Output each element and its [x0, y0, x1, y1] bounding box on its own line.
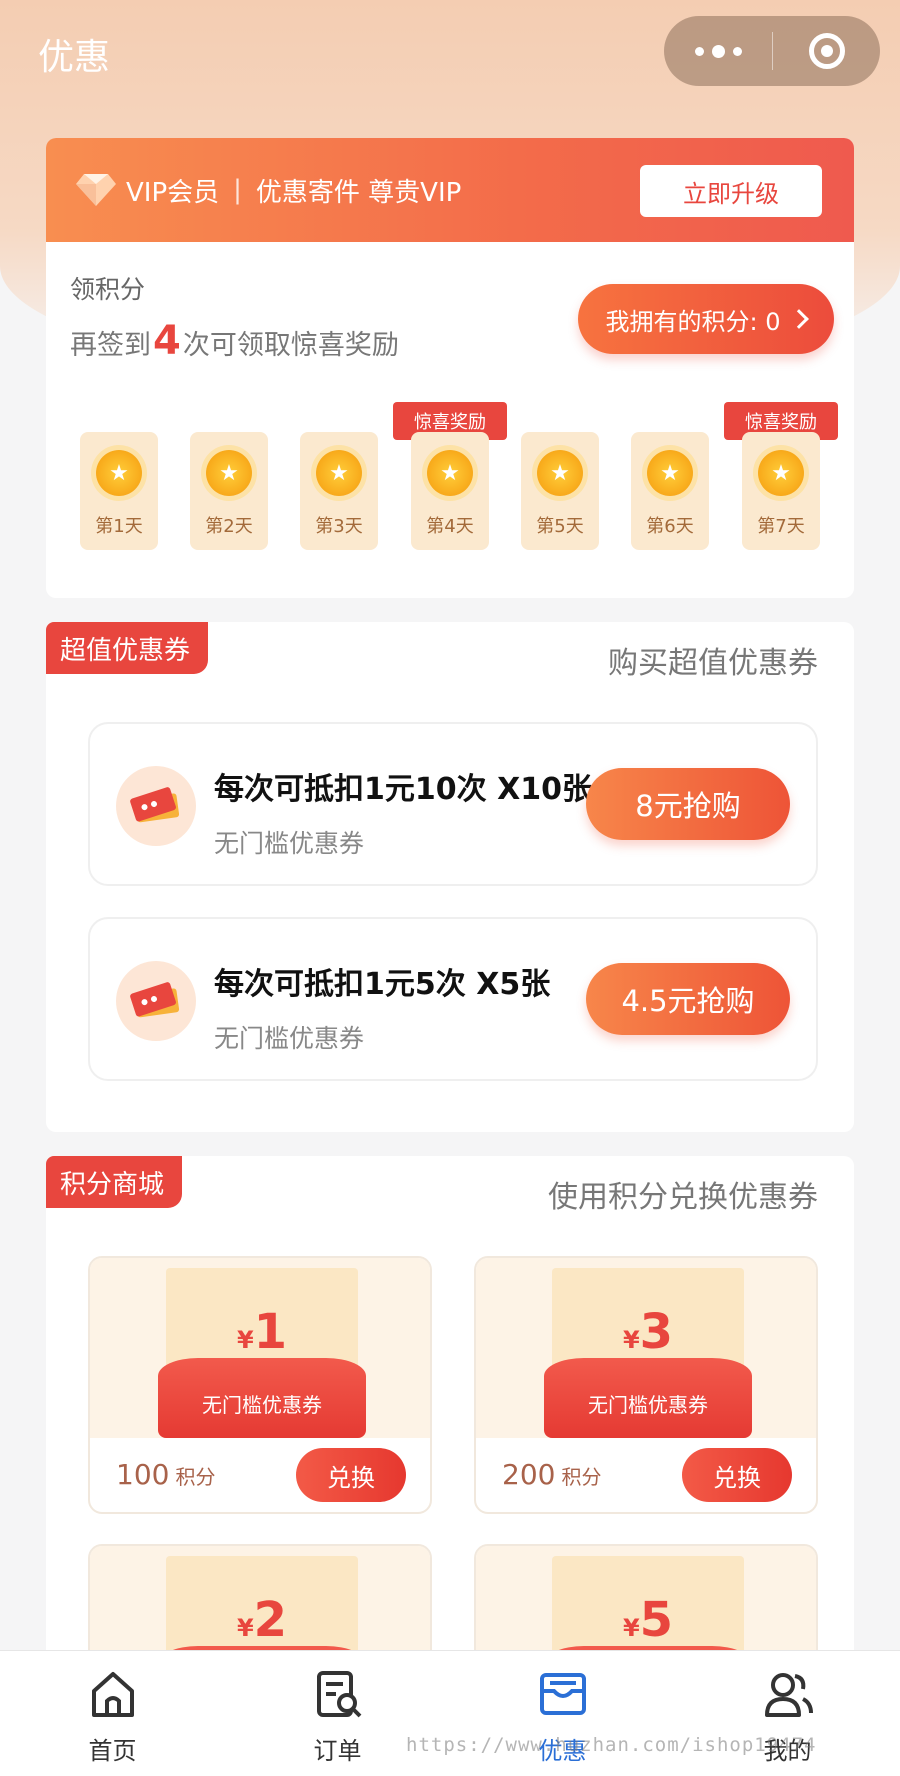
bottom-tab-bar: 首页 订单 优惠 我的 [0, 1650, 900, 1776]
coupon-subtitle: 无门槛优惠券 [214, 829, 365, 858]
more-dot-icon [732, 46, 742, 56]
diamond-icon [76, 174, 116, 206]
watermark-text: https://www.huzhan.com/ishop19474 [406, 1734, 817, 1756]
points-unit: 积分 [561, 1465, 602, 1489]
star-coin-icon: ★ [316, 450, 362, 496]
day-label: 第3天 [315, 516, 363, 537]
mall-coupon-card[interactable]: ¥3 无门槛优惠券 200 积分 兑换 [474, 1256, 818, 1514]
points-value: 100 [116, 1458, 170, 1491]
signin-day-5[interactable]: ★ 第5天 [521, 432, 599, 550]
day-label: 第1天 [95, 516, 143, 537]
coupon-box-icon [539, 1673, 586, 1715]
redeem-button[interactable]: 兑换 [682, 1448, 792, 1502]
vip-separator: | [233, 175, 242, 205]
day-label: 第5天 [536, 516, 584, 537]
tab-orders[interactable]: 订单 [225, 1651, 450, 1776]
signin-day-3[interactable]: ★ 第3天 [300, 432, 378, 550]
page-title: 优惠 [38, 37, 111, 78]
home-icon [91, 1672, 134, 1717]
coupon-envelope: 无门槛优惠券 [158, 1358, 366, 1438]
chevron-right-icon [789, 309, 810, 329]
coupon-item: 每次可抵扣1元10次 X10张 无门槛优惠券 8元抢购 [88, 722, 818, 886]
tab-mine[interactable]: 我的 [675, 1651, 900, 1776]
points-cost: 200 积分 [502, 1458, 601, 1491]
coupon-subtitle: 无门槛优惠券 [214, 1024, 365, 1053]
order-search-icon [316, 1671, 361, 1718]
signin-day-1[interactable]: ★ 第1天 [80, 432, 158, 550]
vip-banner: VIP会员 | 优惠寄件 尊贵VIP 立即升级 [46, 138, 854, 242]
signin-sub-suffix: 次可领取惊喜奖励 [182, 330, 399, 361]
more-dot-icon [694, 46, 704, 56]
ticket-icon [116, 766, 196, 846]
star-coin-icon: ★ [647, 450, 693, 496]
my-points-button[interactable]: 我拥有的积分: 0 [578, 284, 834, 354]
section-hint: 购买超值优惠券 [608, 646, 818, 681]
day-label: 第4天 [426, 516, 474, 537]
day-label: 第7天 [757, 516, 805, 537]
currency-symbol: ¥ [622, 1614, 640, 1642]
star-coin-icon: ★ [96, 450, 142, 496]
target-icon [808, 33, 845, 69]
buy-coupon-button[interactable]: 8元抢购 [586, 768, 790, 840]
points-mall-section: 积分商城 使用积分兑换优惠券 ¥1 无门槛优惠券 100 积分 兑换 ¥3 无门… [46, 1156, 854, 1776]
coupon-section: 超值优惠券 购买超值优惠券 每次可抵扣1元10次 X10张 无门槛优惠券 8元抢… [46, 622, 854, 1132]
coupon-title: 每次可抵扣1元10次 X10张 [214, 772, 592, 807]
signin-remaining-count: 4 [153, 318, 181, 364]
signin-subtitle: 再签到 4 次可领取惊喜奖励 [70, 318, 399, 364]
my-points-label: 我拥有的积分: 0 [605, 307, 781, 336]
star-coin-icon: ★ [537, 450, 583, 496]
coupon-value: ¥5 [552, 1592, 744, 1648]
tab-coupons[interactable]: 优惠 [450, 1651, 675, 1776]
day-label: 第6天 [646, 516, 694, 537]
vip-description: 优惠寄件 尊贵VIP [255, 177, 462, 208]
star-coin-icon: ★ [206, 450, 252, 496]
day-label: 第2天 [205, 516, 253, 537]
star-coin-icon: ★ [427, 450, 473, 496]
tab-home[interactable]: 首页 [0, 1651, 225, 1776]
section-tag: 超值优惠券 [46, 622, 209, 674]
coupon-item: 每次可抵扣1元5次 X5张 无门槛优惠券 4.5元抢购 [88, 917, 818, 1081]
section-hint: 使用积分兑换优惠券 [548, 1180, 818, 1215]
points-value: 200 [502, 1458, 556, 1491]
coupon-value: ¥3 [552, 1304, 744, 1360]
coupon-amount: 2 [253, 1592, 288, 1648]
ticket-icon [116, 961, 196, 1041]
signin-day-2[interactable]: ★ 第2天 [190, 432, 268, 550]
signin-day-4[interactable]: ★ 第4天 [411, 432, 489, 550]
signin-sub-prefix: 再签到 [70, 330, 151, 361]
close-miniprogram-button[interactable] [773, 16, 880, 86]
star-coin-icon: ★ [758, 450, 804, 496]
coupon-amount: 5 [639, 1592, 674, 1648]
points-cost: 100 积分 [116, 1458, 215, 1491]
upgrade-button[interactable]: 立即升级 [640, 165, 822, 217]
coupon-amount: 1 [253, 1304, 288, 1360]
mall-coupon-card[interactable]: ¥1 无门槛优惠券 100 积分 兑换 [88, 1256, 432, 1514]
coupon-title: 每次可抵扣1元5次 X5张 [214, 967, 551, 1002]
more-menu-button[interactable] [664, 16, 772, 86]
signin-day-6[interactable]: ★ 第6天 [631, 432, 709, 550]
miniprogram-capsule [664, 16, 880, 86]
coupon-envelope: 无门槛优惠券 [544, 1358, 752, 1438]
redeem-button[interactable]: 兑换 [296, 1448, 406, 1502]
section-tag: 积分商城 [46, 1156, 183, 1208]
coupon-value: ¥2 [166, 1592, 358, 1648]
user-group-icon [764, 1673, 813, 1717]
tab-label: 首页 [88, 1737, 137, 1765]
currency-symbol: ¥ [236, 1326, 254, 1354]
more-dot-icon [711, 44, 725, 58]
tab-label: 订单 [313, 1737, 362, 1765]
vip-signin-card: VIP会员 | 优惠寄件 尊贵VIP 立即升级 领积分 再签到 4 次可领取惊喜… [46, 138, 854, 598]
coupon-amount: 3 [639, 1304, 674, 1360]
currency-symbol: ¥ [236, 1614, 254, 1642]
coupon-value: ¥1 [166, 1304, 358, 1360]
signin-day-7[interactable]: ★ 第7天 [742, 432, 820, 550]
currency-symbol: ¥ [622, 1326, 640, 1354]
points-unit: 积分 [175, 1465, 216, 1489]
signin-title: 领积分 [70, 275, 146, 304]
buy-coupon-button[interactable]: 4.5元抢购 [586, 963, 790, 1035]
vip-label: VIP会员 [126, 177, 220, 208]
